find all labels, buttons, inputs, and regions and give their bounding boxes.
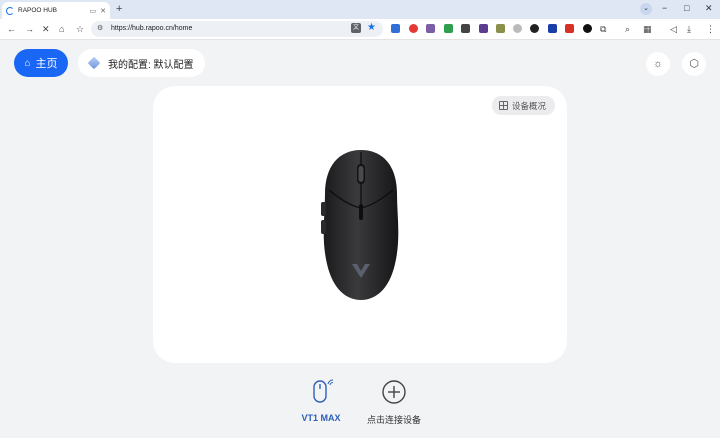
bookmark-outline-icon[interactable]: ☆ bbox=[76, 23, 84, 35]
overview-label: 设备概况 bbox=[512, 100, 547, 111]
gear-icon: ⬡ bbox=[689, 58, 699, 70]
device-vt1max[interactable]: VT1 MAX bbox=[298, 378, 344, 423]
extension-icon[interactable] bbox=[530, 24, 539, 33]
home-page-icon[interactable]: ⌂ bbox=[59, 23, 64, 35]
tab-title: RAPOO HUB bbox=[18, 7, 58, 14]
extension-icon[interactable] bbox=[565, 24, 574, 33]
extension-icon[interactable] bbox=[548, 24, 557, 33]
overview-grid-icon bbox=[499, 101, 508, 110]
config-label: 我的配置: 默认配置 bbox=[108, 59, 194, 71]
translate-icon[interactable]: 文 bbox=[351, 23, 361, 33]
close-window-button[interactable]: ✕ bbox=[705, 3, 713, 13]
url-text: https://hub.rapoo.cn/home bbox=[111, 25, 193, 32]
extension-icon[interactable] bbox=[479, 24, 488, 33]
config-selector[interactable]: 我的配置: 默认配置 bbox=[78, 49, 205, 77]
stop-icon[interactable]: ✕ bbox=[42, 23, 50, 35]
theme-toggle-button[interactable]: ☼ bbox=[646, 52, 670, 76]
site-info-icon[interactable]: ⚙ bbox=[97, 24, 103, 32]
extension-icon[interactable] bbox=[496, 24, 505, 33]
address-bar[interactable]: ⚙ https://hub.rapoo.cn/home 文 ★ bbox=[91, 21, 383, 37]
extensions-puzzle-icon[interactable]: ⧉ bbox=[600, 23, 606, 35]
plus-circle-icon bbox=[382, 380, 406, 404]
menu-dots-icon[interactable]: ⋮ bbox=[706, 23, 715, 35]
bookmark-star-icon[interactable]: ★ bbox=[367, 22, 376, 34]
send-tab-icon[interactable]: ◁ bbox=[670, 23, 677, 35]
mouse-product-image bbox=[321, 150, 399, 300]
extension-icon[interactable] bbox=[444, 24, 453, 33]
home-icon: ⌂ bbox=[24, 57, 31, 69]
browser-tab[interactable]: RAPOO HUB ▭ ✕ bbox=[2, 2, 110, 19]
zoom-search-icon[interactable]: ⌕ bbox=[625, 23, 630, 35]
new-tab-button[interactable]: + bbox=[116, 3, 122, 15]
settings-button[interactable]: ⬡ bbox=[682, 52, 706, 76]
extension-icon[interactable] bbox=[513, 24, 522, 33]
add-device-label: 点击连接设备 bbox=[366, 415, 421, 425]
device-card: 设备概况 bbox=[153, 86, 567, 363]
tab-search-icon[interactable]: ⌄ bbox=[640, 3, 652, 15]
home-label: 主页 bbox=[35, 58, 58, 70]
forward-icon[interactable]: → bbox=[25, 23, 34, 35]
tab-close-icon[interactable]: ✕ bbox=[100, 7, 106, 15]
extension-icon[interactable] bbox=[583, 24, 592, 33]
device-name: VT1 MAX bbox=[301, 413, 341, 423]
tab-favicon-icon bbox=[6, 6, 14, 15]
qr-code-icon[interactable]: ▦ bbox=[643, 23, 652, 35]
tab-settings-icon[interactable]: ▭ bbox=[90, 7, 97, 15]
download-icon[interactable]: ⤓ bbox=[687, 23, 691, 35]
back-icon[interactable]: ← bbox=[7, 23, 16, 35]
add-device-button[interactable]: 点击连接设备 bbox=[360, 378, 428, 426]
home-button[interactable]: ⌂ 主页 bbox=[14, 49, 68, 77]
extension-icon[interactable] bbox=[409, 24, 418, 33]
maximize-button[interactable]: □ bbox=[684, 3, 689, 13]
extension-icon[interactable] bbox=[391, 24, 400, 33]
extension-icon[interactable] bbox=[461, 24, 470, 33]
browser-toolbar: ← → ✕ ⌂ ☆ ⚙ https://hub.rapoo.cn/home 文 … bbox=[0, 19, 720, 40]
sun-icon: ☼ bbox=[652, 58, 664, 70]
mouse-wireless-icon bbox=[313, 379, 334, 403]
extension-icon[interactable] bbox=[426, 24, 435, 33]
tab-strip: RAPOO HUB ▭ ✕ + ⌄ − □ ✕ bbox=[0, 0, 720, 19]
config-cube-icon bbox=[87, 56, 101, 70]
device-overview-button[interactable]: 设备概况 bbox=[492, 96, 555, 115]
minimize-button[interactable]: − bbox=[662, 3, 667, 13]
